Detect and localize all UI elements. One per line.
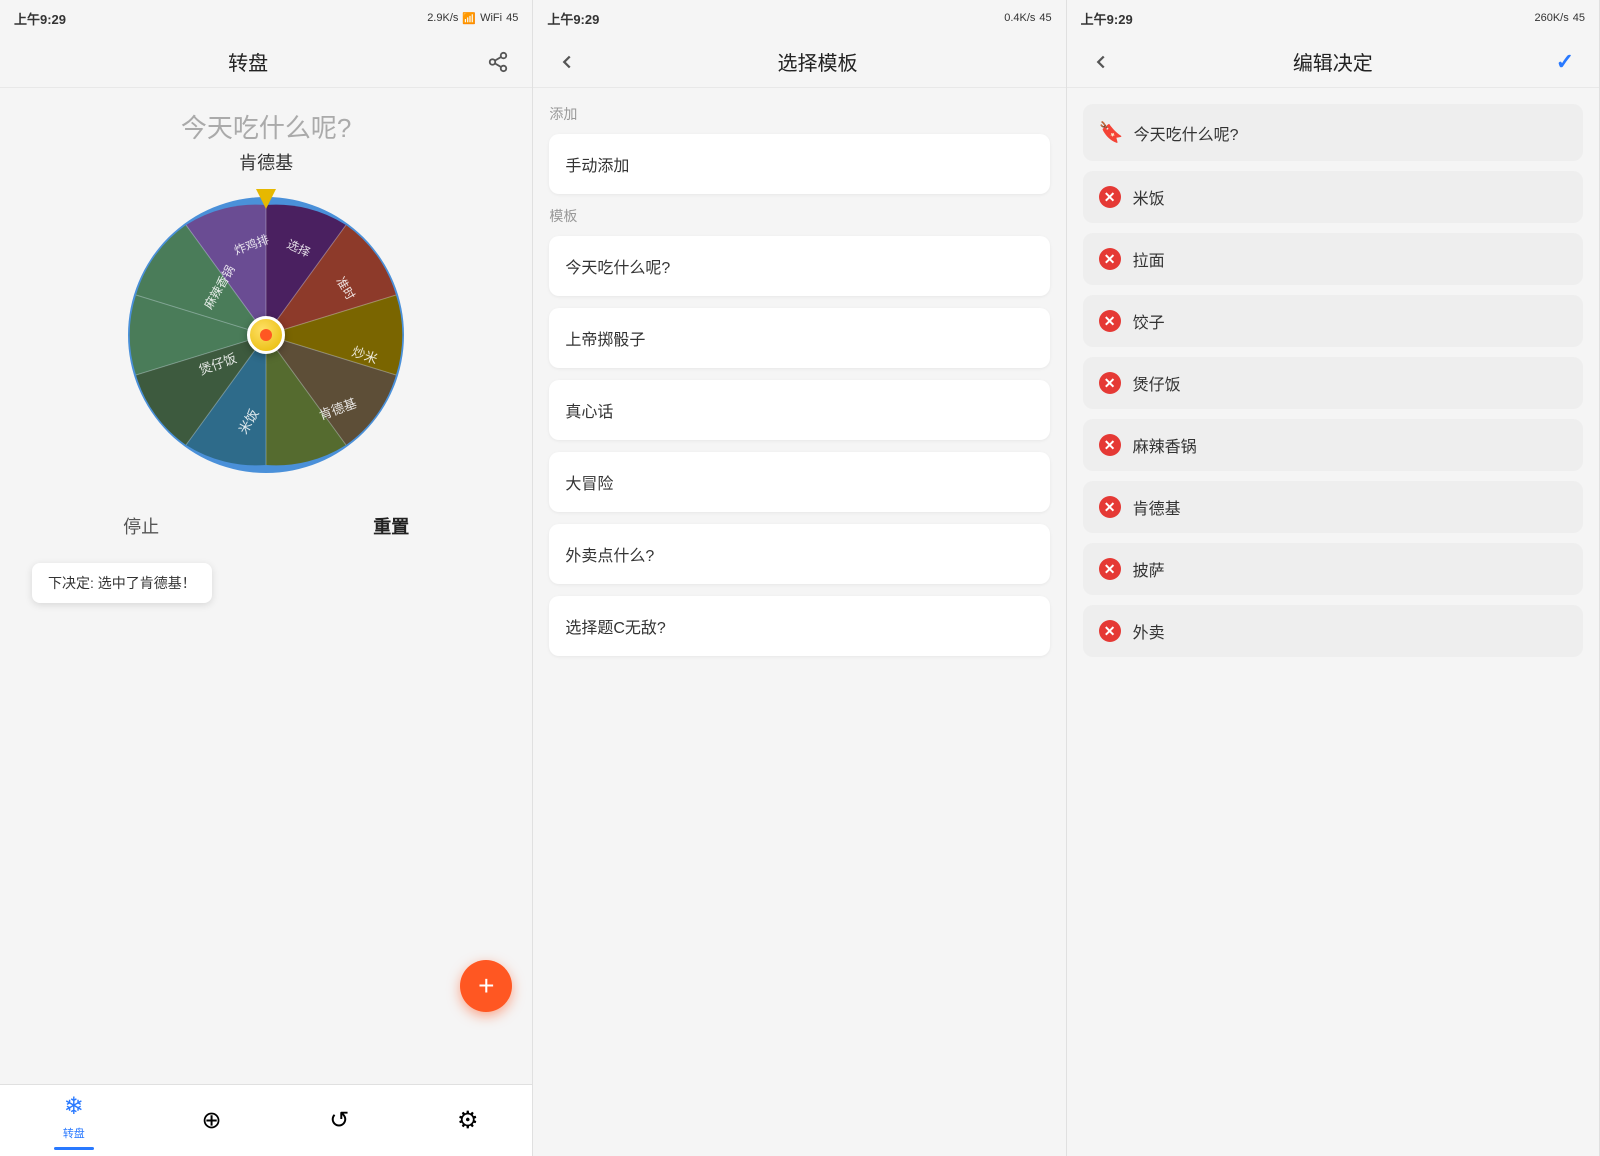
network-speed-3: 260K/s [1534,12,1568,24]
status-icons-2: 0.4K/s 45 [1004,12,1051,24]
template-card-3[interactable]: 大冒险 [549,452,1049,512]
edit-item-label-7: 外卖 [1133,619,1165,643]
nav-item-history[interactable]: ↺ [313,1100,365,1141]
bottom-navigation: ❄ 转盘 ⊕ ↺ ⚙ [0,1084,532,1156]
edit-header-card: 🔖 今天吃什么呢? [1083,104,1583,161]
delete-icon-7[interactable]: ✕ [1099,620,1121,642]
template-card-0[interactable]: 今天吃什么呢? [549,236,1049,296]
delete-icon-5[interactable]: ✕ [1099,496,1121,518]
edit-item-4[interactable]: ✕ 麻辣香锅 [1083,419,1583,471]
add-fab[interactable]: + [460,960,512,1012]
reset-button[interactable]: 重置 [343,505,439,547]
templates-section-label: 模板 [549,206,1049,226]
edit-content: 🔖 今天吃什么呢? ✕ 米饭 ✕ 拉面 ✕ 饺子 ✕ 煲仔饭 ✕ 麻辣香锅 ✕ … [1067,88,1599,1156]
battery-1: 45 [506,12,518,24]
delete-icon-6[interactable]: ✕ [1099,558,1121,580]
battery-2: 45 [1039,12,1051,24]
edit-item-label-6: 披萨 [1133,557,1165,581]
wheel-result: 肯德基 [239,149,293,175]
edit-item-label-1: 拉面 [1133,247,1165,271]
network-speed-2: 0.4K/s [1004,12,1035,24]
decision-toast: 下决定: 选中了肯德基！ [32,563,212,603]
status-bar-1: 上午9:29 2.9K/s 📶 WiFi 45 [0,0,532,36]
delete-icon-1[interactable]: ✕ [1099,248,1121,270]
status-time-3: 上午9:29 [1081,9,1133,28]
nav-item-settings[interactable]: ⚙ [441,1100,495,1141]
stop-button[interactable]: 停止 [93,505,189,547]
delete-icon-4[interactable]: ✕ [1099,434,1121,456]
edit-item-0[interactable]: ✕ 米饭 [1083,171,1583,223]
share-button[interactable] [480,44,516,80]
template-card-1[interactable]: 上帝掷骰子 [549,308,1049,368]
nav-item-wheel[interactable]: ❄ 转盘 [38,1086,110,1156]
template-card-4[interactable]: 外卖点什么? [549,524,1049,584]
panel-edit: 上午9:29 260K/s 45 编辑决定 ✓ 🔖 今天吃什么呢? ✕ 米饭 ✕… [1067,0,1600,1156]
edit-item-1[interactable]: ✕ 拉面 [1083,233,1583,285]
back-button-3[interactable] [1083,44,1119,80]
template-card-5[interactable]: 选择题C无敌? [549,596,1049,656]
wifi-icon-1: WiFi [480,12,502,24]
wheel-content: 今天吃什么呢? 肯德基 [0,88,532,1084]
edit-item-6[interactable]: ✕ 披萨 [1083,543,1583,595]
appbar-2: 选择模板 [533,36,1065,88]
appbar-title-3: 编辑决定 [1119,47,1547,76]
edit-header-label: 今天吃什么呢? [1134,121,1239,145]
appbar-title-2: 选择模板 [585,47,1049,76]
edit-item-label-4: 麻辣香锅 [1133,433,1197,457]
bookmark-icon: 🔖 [1099,120,1124,145]
spin-wheel[interactable]: 煲仔饭 麻辣香锅 炸鸡排 选择 准时 炒米 肯德基 米饭 [126,195,406,475]
wheel-center-dot [260,329,272,341]
status-icons-3: 260K/s 45 [1534,12,1585,24]
template-card-2[interactable]: 真心话 [549,380,1049,440]
wheel-nav-icon: ❄ [64,1092,84,1121]
status-bar-3: 上午9:29 260K/s 45 [1067,0,1599,36]
network-speed-1: 2.9K/s [427,12,458,24]
wheel-nav-label: 转盘 [63,1125,85,1141]
nav-item-add[interactable]: ⊕ [185,1100,237,1141]
manual-add-card[interactable]: 手动添加 [549,134,1049,194]
add-section-label: 添加 [549,104,1049,124]
wheel-buttons: 停止 重置 [16,505,516,547]
add-nav-icon: ⊕ [201,1106,221,1135]
edit-item-label-3: 煲仔饭 [1133,371,1181,395]
panel-wheel: 上午9:29 2.9K/s 📶 WiFi 45 转盘 今天吃什么呢? 肯德基 [0,0,533,1156]
back-button-2[interactable] [549,44,585,80]
edit-item-3[interactable]: ✕ 煲仔饭 [1083,357,1583,409]
settings-nav-icon: ⚙ [457,1106,479,1135]
panel-template: 上午9:29 0.4K/s 45 选择模板 添加 手动添加 模板 今天吃什么呢?… [533,0,1066,1156]
wheel-title: 今天吃什么呢? [181,108,351,145]
edit-item-2[interactable]: ✕ 饺子 [1083,295,1583,347]
wheel-center-hub [247,316,285,354]
battery-3: 45 [1573,12,1585,24]
status-bar-2: 上午9:29 0.4K/s 45 [533,0,1065,36]
edit-item-label-5: 肯德基 [1133,495,1181,519]
wheel-pointer-top [256,189,276,209]
appbar-3: 编辑决定 ✓ [1067,36,1599,88]
status-icons-1: 2.9K/s 📶 WiFi 45 [427,12,518,25]
signal-icon-1: 📶 [462,12,476,25]
appbar-title-1: 转盘 [16,47,480,76]
history-nav-icon: ↺ [329,1106,349,1135]
edit-item-7[interactable]: ✕ 外卖 [1083,605,1583,657]
template-content: 添加 手动添加 模板 今天吃什么呢? 上帝掷骰子 真心话 大冒险 外卖点什么? … [533,88,1065,1156]
status-time-2: 上午9:29 [547,9,599,28]
edit-item-label-2: 饺子 [1133,309,1165,333]
nav-active-indicator [54,1147,94,1150]
delete-icon-3[interactable]: ✕ [1099,372,1121,394]
appbar-1: 转盘 [0,36,532,88]
delete-icon-0[interactable]: ✕ [1099,186,1121,208]
status-time-1: 上午9:29 [14,9,66,28]
edit-item-5[interactable]: ✕ 肯德基 [1083,481,1583,533]
delete-icon-2[interactable]: ✕ [1099,310,1121,332]
confirm-button[interactable]: ✓ [1547,44,1583,80]
edit-item-label-0: 米饭 [1133,185,1165,209]
